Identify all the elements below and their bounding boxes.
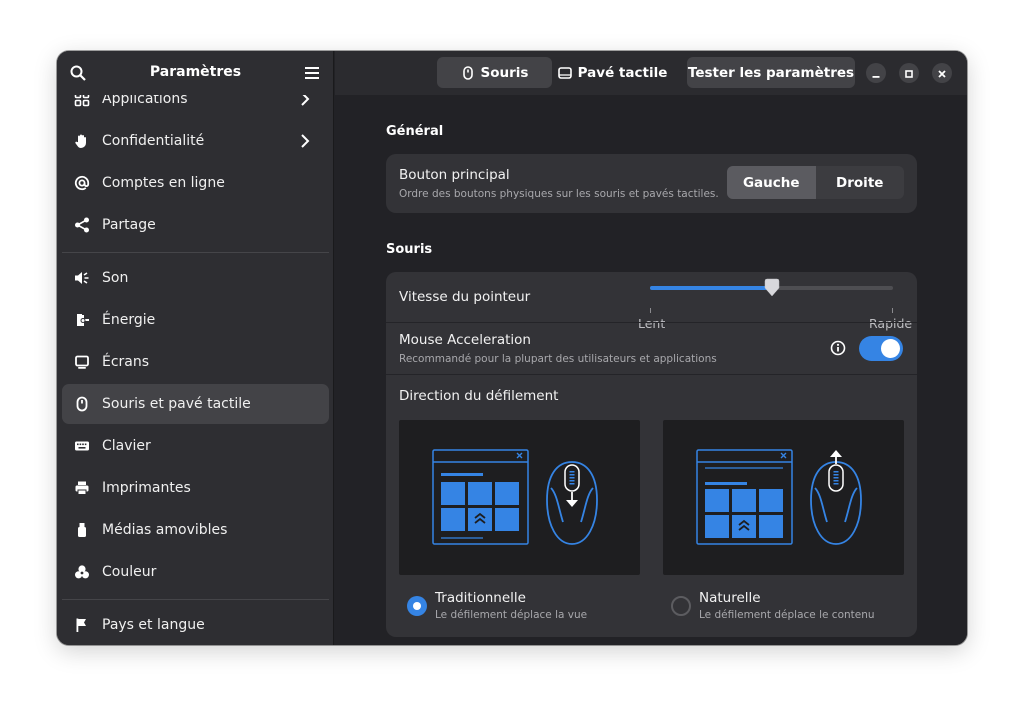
tab-label: Pavé tactile (577, 64, 668, 81)
sidebar-item-keyboard[interactable]: Clavier (62, 426, 329, 466)
primary-button-title: Bouton principal (399, 167, 510, 183)
sidebar-title: Paramètres (149, 64, 242, 80)
sidebar-item-color[interactable]: Couleur (62, 552, 329, 592)
tab-mouse[interactable]: Souris (437, 57, 552, 88)
slider-handle[interactable] (762, 278, 782, 298)
maximize-button[interactable] (899, 63, 919, 83)
sidebar-item-label: Clavier (102, 438, 151, 454)
sidebar-item-mouse-touchpad[interactable]: Souris et pavé tactile (62, 384, 329, 424)
chevron-right-icon (297, 133, 313, 149)
sidebar-item-label: Comptes en ligne (102, 175, 225, 191)
usb-icon (74, 522, 90, 538)
hamburger-menu-icon[interactable] (304, 65, 320, 81)
share-icon (74, 217, 90, 233)
close-button[interactable] (932, 63, 952, 83)
tab-label: Souris (480, 64, 529, 81)
traditional-scroll-illustration[interactable] (399, 420, 640, 575)
display-icon (74, 354, 90, 370)
sidebar-separator (62, 252, 329, 253)
mouse-icon (461, 65, 475, 80)
flag-icon (74, 617, 90, 633)
section-title-general: Général (386, 124, 444, 139)
close-icon (937, 64, 947, 83)
color-icon (74, 564, 90, 580)
sidebar-item-label: Écrans (102, 354, 150, 370)
at-sign-icon (74, 175, 90, 191)
natural-subtitle: Le défilement déplace le contenu (699, 609, 875, 621)
keyboard-icon (74, 438, 90, 454)
maximize-icon (904, 64, 914, 83)
sidebar-item-label: Souris et pavé tactile (102, 396, 251, 412)
minimize-icon (871, 64, 881, 83)
primary-button-toggle-group: Gauche Droite (727, 166, 904, 199)
row-divider (386, 322, 917, 323)
minimize-button[interactable] (866, 63, 886, 83)
sidebar-item-removable-media[interactable]: Médias amovibles (62, 510, 329, 550)
mouse-settings-card: Vitesse du pointeur Lent Rapide Mouse Ac… (386, 272, 917, 637)
main-content: Souris Pavé tactile Tester les paramètre… (335, 51, 967, 645)
test-settings-button[interactable]: Tester les paramètres (687, 57, 855, 88)
pointer-speed-title: Vitesse du pointeur (399, 289, 531, 305)
sidebar-separator (62, 599, 329, 600)
sidebar-item-label: Imprimantes (102, 480, 191, 496)
mouse-icon (74, 396, 90, 412)
traditional-subtitle: Le défilement déplace la vue (435, 609, 588, 621)
sidebar-item-displays[interactable]: Écrans (62, 342, 329, 382)
sidebar-item-label: Confidentialité (102, 133, 205, 149)
hand-icon (74, 133, 90, 149)
speaker-icon (74, 270, 90, 286)
touchpad-icon (557, 66, 572, 80)
natural-title: Naturelle (699, 590, 761, 606)
sidebar-header: Paramètres (57, 51, 333, 95)
natural-radio[interactable] (671, 596, 691, 616)
traditional-radio[interactable] (407, 596, 427, 616)
scroll-direction-title: Direction du défilement (399, 388, 559, 404)
slider-tick (892, 308, 893, 313)
primary-button-card: Bouton principal Ordre des boutons physi… (386, 154, 917, 213)
settings-window: Applications Confidentialité Comptes en (57, 51, 967, 645)
mouse-acceleration-switch[interactable] (859, 336, 903, 361)
tab-touchpad[interactable]: Pavé tactile (555, 57, 670, 88)
sidebar-item-region-language[interactable]: Pays et langue (62, 605, 329, 645)
battery-plug-icon (74, 312, 90, 328)
printer-icon (74, 480, 90, 496)
sidebar-item-sharing[interactable]: Partage (62, 205, 329, 245)
sidebar-item-label: Partage (102, 217, 156, 233)
sidebar-item-label: Pays et langue (102, 617, 205, 633)
sidebar-item-label: Énergie (102, 312, 156, 328)
pointer-speed-slider[interactable]: Lent Rapide (638, 278, 912, 331)
search-icon[interactable] (69, 64, 87, 82)
natural-scroll-illustration[interactable] (663, 420, 904, 575)
primary-button-subtitle: Ordre des boutons physiques sur les sour… (399, 188, 719, 200)
sidebar-item-label: Couleur (102, 564, 157, 580)
traditional-title: Traditionnelle (435, 590, 526, 606)
sidebar-item-online-accounts[interactable]: Comptes en ligne (62, 163, 329, 203)
sidebar-item-printers[interactable]: Imprimantes (62, 468, 329, 508)
section-title-mouse: Souris (386, 242, 433, 257)
right-button-option[interactable]: Droite (816, 166, 905, 199)
slider-tick (650, 308, 651, 313)
sidebar-item-sound[interactable]: Son (62, 258, 329, 298)
sidebar-item-power[interactable]: Énergie (62, 300, 329, 340)
row-divider (386, 374, 917, 375)
slider-fill (650, 286, 772, 290)
sidebar-item-label: Son (102, 270, 129, 286)
sidebar-item-label: Médias amovibles (102, 522, 228, 538)
sidebar-item-privacy[interactable]: Confidentialité (62, 121, 329, 161)
left-button-option[interactable]: Gauche (727, 166, 816, 199)
header-bar: Souris Pavé tactile Tester les paramètre… (335, 51, 967, 95)
sidebar: Applications Confidentialité Comptes en (57, 51, 334, 645)
switch-knob (881, 339, 900, 358)
info-icon[interactable] (830, 340, 846, 356)
